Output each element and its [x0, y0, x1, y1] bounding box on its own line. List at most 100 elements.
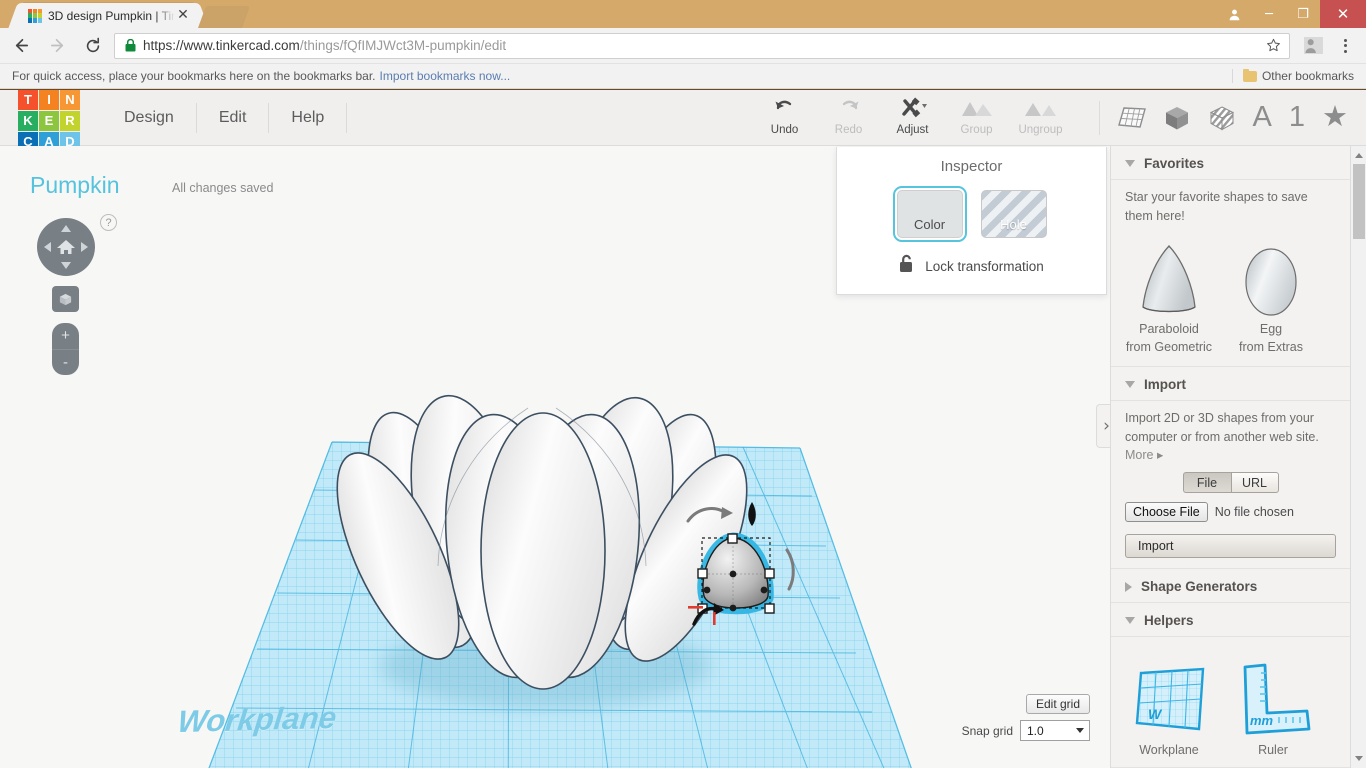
nav-left-arrow-icon[interactable] — [44, 242, 51, 252]
section-helpers-header[interactable]: Helpers — [1111, 603, 1350, 637]
tab-title: 3D design Pumpkin | Tink — [48, 8, 175, 23]
hole-swatch-button[interactable]: Hole — [980, 190, 1047, 238]
favicon-tile-i — [32, 8, 38, 13]
tab-close-icon[interactable]: ✕ — [175, 7, 191, 24]
fit-to-view-button[interactable] — [52, 286, 79, 312]
snap-grid-value: 1.0 — [1027, 723, 1044, 738]
menu-item-help[interactable]: Help — [269, 102, 348, 133]
inspector-panel: Inspector Color Hole ? Lock transformati… — [836, 147, 1164, 295]
view-navigation-control[interactable] — [37, 218, 95, 276]
import-source-toggle: File URL — [1125, 472, 1336, 493]
chrome-menu-icon[interactable] — [1334, 38, 1356, 53]
favicon-tile-d — [37, 18, 42, 23]
page-scrollbar[interactable] — [1350, 146, 1366, 768]
menu-item-edit[interactable]: Edit — [197, 102, 270, 133]
undo-label: Undo — [770, 123, 799, 136]
text-icon[interactable]: A — [1253, 103, 1272, 132]
other-bookmarks-button[interactable]: Other bookmarks — [1231, 68, 1360, 83]
grid-controls: Edit grid Snap grid 1.0 — [962, 694, 1090, 741]
nav-down-arrow-icon[interactable] — [61, 262, 71, 269]
home-view-icon[interactable] — [56, 237, 76, 257]
chevron-down-icon — [1076, 728, 1084, 733]
minimize-button[interactable]: ─ — [1252, 0, 1286, 28]
tinkercad-logo[interactable]: TINKERCAD — [18, 89, 80, 152]
save-status: All changes saved — [172, 181, 274, 195]
workplane-helper-icon: W — [1125, 659, 1213, 743]
undo-icon — [773, 96, 797, 120]
choose-file-button[interactable]: Choose File — [1125, 502, 1208, 522]
shape-tools: A 1 ★ — [1098, 100, 1348, 135]
folder-icon — [1242, 68, 1257, 82]
logo-tile-e: E — [39, 110, 59, 131]
back-icon[interactable] — [6, 31, 36, 61]
redo-icon — [837, 96, 861, 120]
shapes-panel: Favorites Star your favorite shapes to s… — [1110, 146, 1350, 768]
hole-shape-icon[interactable] — [1208, 104, 1236, 132]
google-account-icon[interactable] — [1304, 36, 1324, 55]
nav-right-arrow-icon[interactable] — [81, 242, 88, 252]
reload-icon[interactable] — [78, 31, 108, 61]
adjust-icon — [898, 96, 928, 120]
close-window-button[interactable]: ✕ — [1320, 0, 1366, 28]
shape-card-egg[interactable]: Egg from Extras — [1227, 238, 1315, 356]
url-origin: https://www.tinkercad.com — [143, 38, 300, 53]
bookmark-star-icon[interactable] — [1263, 36, 1283, 56]
import-tab-file[interactable]: File — [1182, 472, 1231, 493]
lock-transformation-label: Lock transformation — [925, 258, 1044, 274]
logo-tile-r: R — [60, 110, 80, 131]
section-favorites-header[interactable]: Favorites — [1111, 146, 1350, 180]
scrollbar-thumb[interactable] — [1353, 164, 1365, 239]
ungroup-button: Ungroup — [1009, 96, 1073, 140]
favicon-tile-k — [28, 13, 33, 18]
helper-card-ruler[interactable]: mm Ruler — [1229, 659, 1317, 757]
logo-tile-t: T — [18, 89, 38, 110]
address-bar[interactable]: https://www.tinkercad.com/things/fQfIMJW… — [114, 32, 1290, 59]
ungroup-label: Ungroup — [1018, 123, 1063, 136]
shape-name-paraboloid: Paraboloid — [1139, 322, 1199, 336]
snap-grid-select[interactable]: 1.0 — [1020, 720, 1090, 741]
logo-tile-i: I — [39, 89, 59, 110]
section-helpers-body: W Workplane mm Ruler — [1111, 637, 1350, 768]
section-import-title: Import — [1144, 377, 1186, 392]
section-import-header[interactable]: Import — [1111, 367, 1350, 401]
section-shape-generators-header[interactable]: Shape Generators — [1111, 569, 1350, 603]
number-icon[interactable]: 1 — [1289, 103, 1305, 132]
zoom-out-button[interactable]: - — [52, 350, 79, 376]
favorites-star-icon[interactable]: ★ — [1322, 103, 1348, 132]
lock-transformation-row[interactable]: Lock transformation — [837, 254, 1106, 278]
new-tab-button[interactable] — [197, 6, 251, 28]
url-text: https://www.tinkercad.com/things/fQfIMJW… — [143, 38, 1263, 53]
import-tab-url[interactable]: URL — [1230, 472, 1279, 493]
bookmarks-bar: For quick access, place your bookmarks h… — [0, 64, 1366, 89]
helper-card-workplane[interactable]: W Workplane — [1125, 659, 1213, 757]
solid-shape-icon[interactable] — [1163, 104, 1191, 132]
color-swatch-button[interactable]: Color — [892, 186, 967, 242]
browser-tab[interactable]: 3D design Pumpkin | Tink ✕ — [20, 3, 197, 28]
import-button[interactable]: Import — [1125, 534, 1336, 558]
workplane-icon[interactable] — [1117, 105, 1146, 131]
chevron-right-icon — [1125, 581, 1132, 592]
import-more-link[interactable]: More ▸ — [1125, 447, 1336, 462]
user-profile-icon[interactable] — [1216, 0, 1252, 28]
maximize-button[interactable]: ❐ — [1286, 0, 1320, 28]
favorites-description: Star your favorite shapes to save them h… — [1125, 190, 1308, 223]
design-title[interactable]: Pumpkin — [30, 172, 119, 199]
undo-button[interactable]: Undo — [753, 96, 817, 140]
help-icon[interactable]: ? — [100, 214, 117, 231]
zoom-in-button[interactable]: + — [52, 323, 79, 349]
tinkercad-header: TINKERCAD Design Edit Help Undo Redo Adj… — [0, 89, 1366, 152]
favicon-tile-e — [32, 13, 38, 18]
scroll-up-arrow-icon[interactable] — [1355, 153, 1363, 158]
adjust-button[interactable]: Adjust — [881, 96, 945, 140]
menu-item-design[interactable]: Design — [102, 102, 197, 133]
edit-grid-button[interactable]: Edit grid — [1025, 694, 1090, 714]
zoom-controls[interactable]: + - — [52, 323, 79, 375]
favorites-shape-grid: Paraboloid from Geometric Egg from Extra… — [1125, 238, 1336, 356]
favicon-tile-c — [28, 18, 33, 23]
scroll-down-arrow-icon[interactable] — [1355, 756, 1363, 761]
nav-up-arrow-icon[interactable] — [61, 225, 71, 232]
main-menu: Design Edit Help — [102, 101, 348, 135]
snap-grid-label: Snap grid — [961, 723, 1013, 738]
import-bookmarks-link[interactable]: Import bookmarks now... — [380, 69, 511, 83]
shape-card-paraboloid[interactable]: Paraboloid from Geometric — [1125, 238, 1213, 356]
